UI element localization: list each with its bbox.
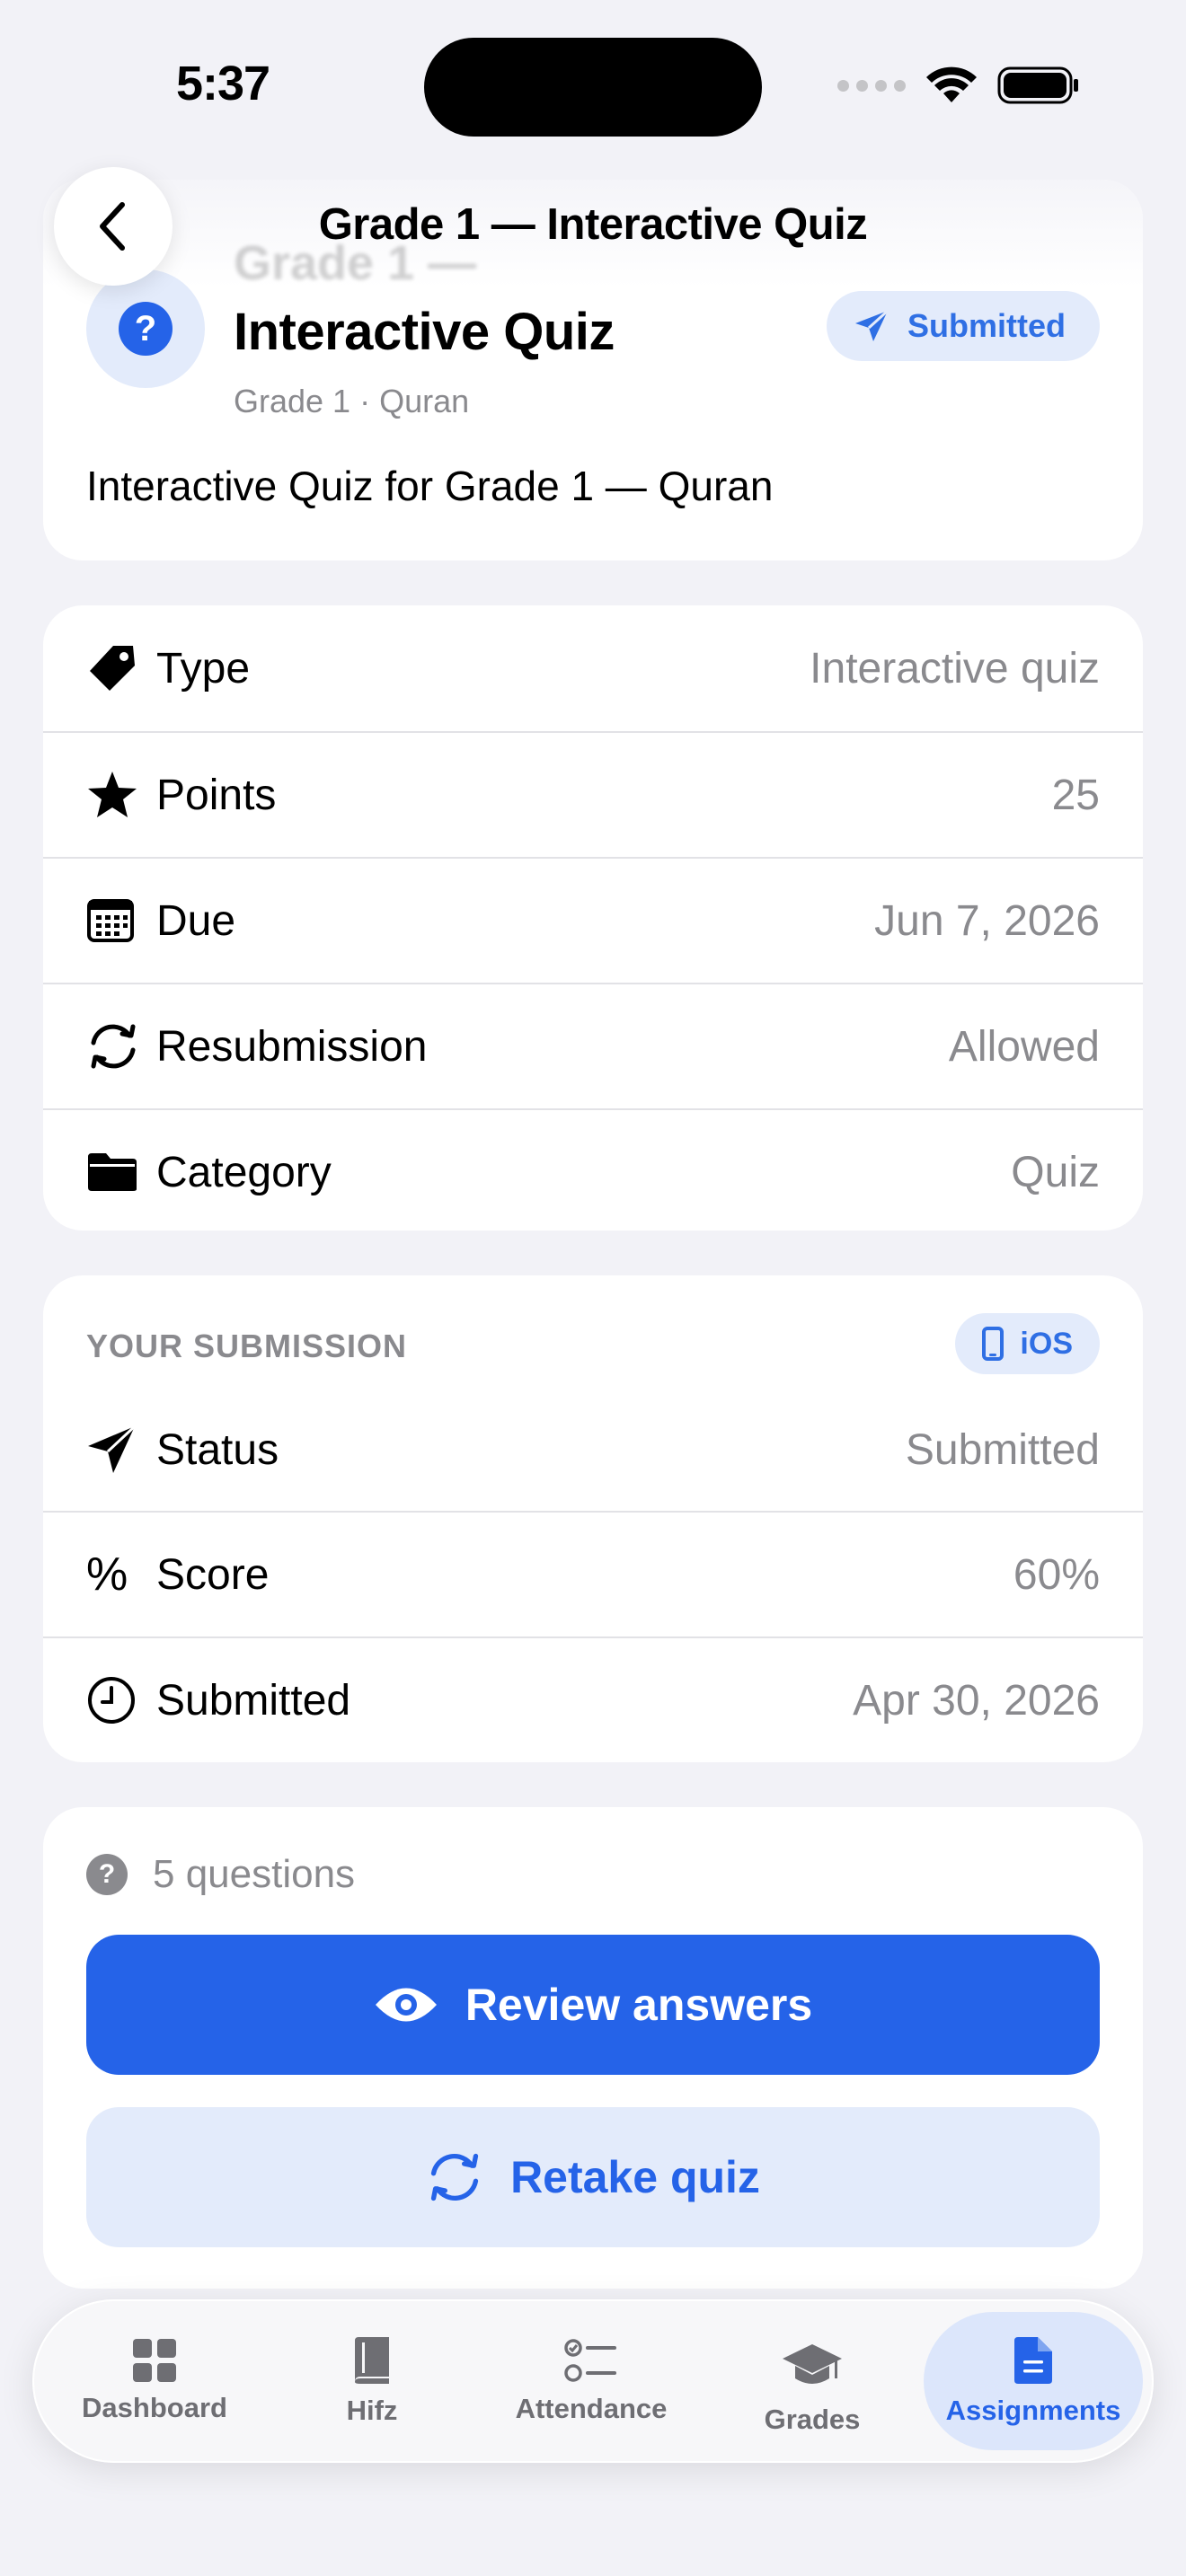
tab-dashboard[interactable]: Dashboard xyxy=(45,2312,264,2450)
section-heading: YOUR SUBMISSION xyxy=(86,1328,408,1364)
detail-row-resubmission: Resubmission Allowed xyxy=(43,983,1143,1108)
detail-row-category: Category Quiz xyxy=(43,1108,1143,1231)
assignment-subtitle: Grade 1 · Quran xyxy=(234,383,470,419)
paperplane-icon xyxy=(86,1425,140,1475)
book-icon xyxy=(355,2337,389,2384)
checklist-icon xyxy=(564,2339,616,2382)
chevron-left-icon xyxy=(100,202,125,251)
submission-row-status: Status Submitted xyxy=(43,1387,1143,1513)
star-icon xyxy=(86,770,140,820)
graduation-cap-icon xyxy=(783,2344,842,2384)
clock-icon xyxy=(86,1675,140,1725)
refresh-icon xyxy=(430,2153,479,2201)
submission-card: YOUR SUBMISSION iOS Status Submitted % S… xyxy=(43,1275,1143,1762)
dynamic-island xyxy=(424,38,762,137)
signal-icon xyxy=(837,79,906,92)
review-answers-button[interactable]: Review answers xyxy=(86,1935,1100,2075)
grid-icon xyxy=(133,2339,176,2382)
assignment-description: Interactive Quiz for Grade 1 — Quran xyxy=(86,463,774,509)
detail-row-points: Points 25 xyxy=(43,731,1143,857)
document-icon xyxy=(1014,2337,1052,2384)
page-title: Grade 1 — Interactive Quiz xyxy=(318,200,868,249)
tab-attendance[interactable]: Attendance xyxy=(482,2312,701,2450)
calendar-icon xyxy=(86,898,140,943)
quiz-icon: ? xyxy=(86,269,205,388)
wifi-icon xyxy=(926,66,977,102)
platform-badge: iOS xyxy=(955,1313,1100,1374)
assignment-title: Interactive Quiz xyxy=(234,303,615,361)
refresh-icon xyxy=(86,1021,140,1072)
detail-row-due: Due Jun 7, 2026 xyxy=(43,857,1143,983)
retake-quiz-button[interactable]: Retake quiz xyxy=(86,2107,1100,2247)
status-time: 5:37 xyxy=(176,57,270,110)
tab-bar: Dashboard Hifz Attendance Grades Assignm… xyxy=(32,2299,1154,2463)
tab-hifz[interactable]: Hifz xyxy=(262,2312,482,2450)
tab-grades[interactable]: Grades xyxy=(703,2319,922,2457)
back-button[interactable] xyxy=(54,167,173,286)
tag-icon xyxy=(86,642,140,694)
eye-icon xyxy=(375,1988,437,2022)
percent-icon: % xyxy=(86,1548,128,1601)
battery-icon xyxy=(997,66,1078,104)
submission-row-submitted: Submitted Apr 30, 2026 xyxy=(43,1636,1143,1762)
paperplane-icon xyxy=(855,309,890,341)
details-card: Type Interactive quiz Points 25 Due Jun … xyxy=(43,605,1143,1231)
tab-assignments[interactable]: Assignments xyxy=(924,2312,1143,2450)
folder-icon xyxy=(86,1151,140,1193)
phone-icon xyxy=(982,1327,1005,1361)
status-badge: Submitted xyxy=(827,291,1100,361)
status-icons xyxy=(837,66,1080,104)
question-icon: ? xyxy=(86,1854,128,1895)
question-count: ? 5 questions xyxy=(86,1852,355,1897)
detail-row-type: Type Interactive quiz xyxy=(43,605,1143,731)
status-badge-label: Submitted xyxy=(907,307,1066,344)
submission-row-score: % Score 60% xyxy=(43,1511,1143,1636)
quiz-actions-card: ? 5 questions Review answers Retake quiz xyxy=(43,1807,1143,2289)
